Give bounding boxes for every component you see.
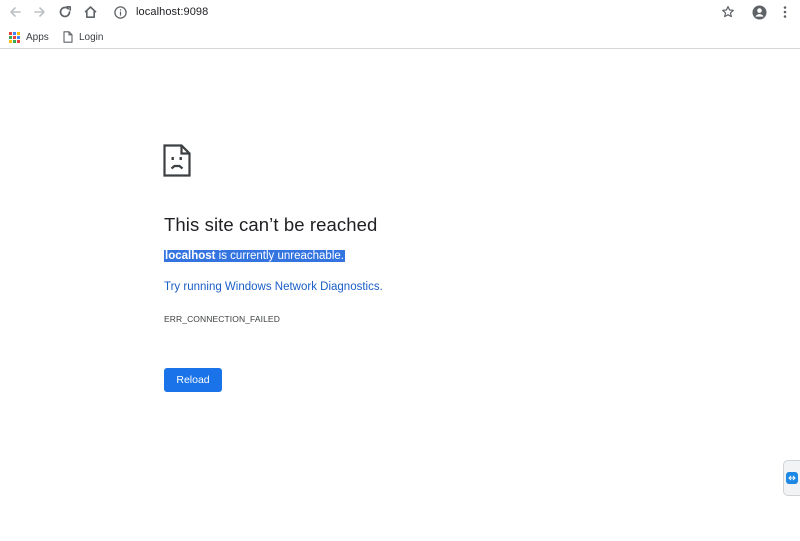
info-icon[interactable] <box>112 4 128 20</box>
error-host: localhost <box>165 250 216 262</box>
account-icon[interactable] <box>748 1 770 23</box>
forward-arrow-icon[interactable] <box>28 1 52 23</box>
bookmarks-bar: Apps Login <box>0 26 800 49</box>
browser-toolbar: localhost:9098 <box>0 0 800 26</box>
error-code: ERR_CONNECTION_FAILED <box>164 314 280 324</box>
star-icon[interactable] <box>717 1 739 23</box>
menu-kebab-icon[interactable] <box>774 1 796 23</box>
bookmark-login-label: Login <box>79 31 104 43</box>
apps-grid-icon <box>9 31 20 43</box>
address-bar[interactable]: localhost:9098 <box>108 1 698 23</box>
url-text[interactable]: localhost:9098 <box>136 6 208 18</box>
support-app-icon <box>786 472 798 484</box>
side-support-widget[interactable] <box>783 460 800 496</box>
page-icon <box>63 31 73 43</box>
back-arrow-icon[interactable] <box>3 1 27 23</box>
error-page: This site can’t be reached localhost is … <box>0 49 800 541</box>
reload-icon[interactable] <box>53 1 77 23</box>
error-title: This site can’t be reached <box>164 214 378 235</box>
bookmark-apps-label: Apps <box>26 31 49 43</box>
error-description-text: is currently unreachable. <box>215 250 344 262</box>
home-icon[interactable] <box>78 1 102 23</box>
network-diagnostics-link[interactable]: Try running Windows Network Diagnostics. <box>164 281 383 293</box>
bookmark-login[interactable]: Login <box>63 29 103 45</box>
error-description: localhost is currently unreachable. <box>164 250 345 262</box>
reload-button[interactable]: Reload <box>164 368 222 392</box>
sad-page-icon <box>163 144 191 177</box>
bookmark-apps[interactable]: Apps <box>9 29 49 45</box>
